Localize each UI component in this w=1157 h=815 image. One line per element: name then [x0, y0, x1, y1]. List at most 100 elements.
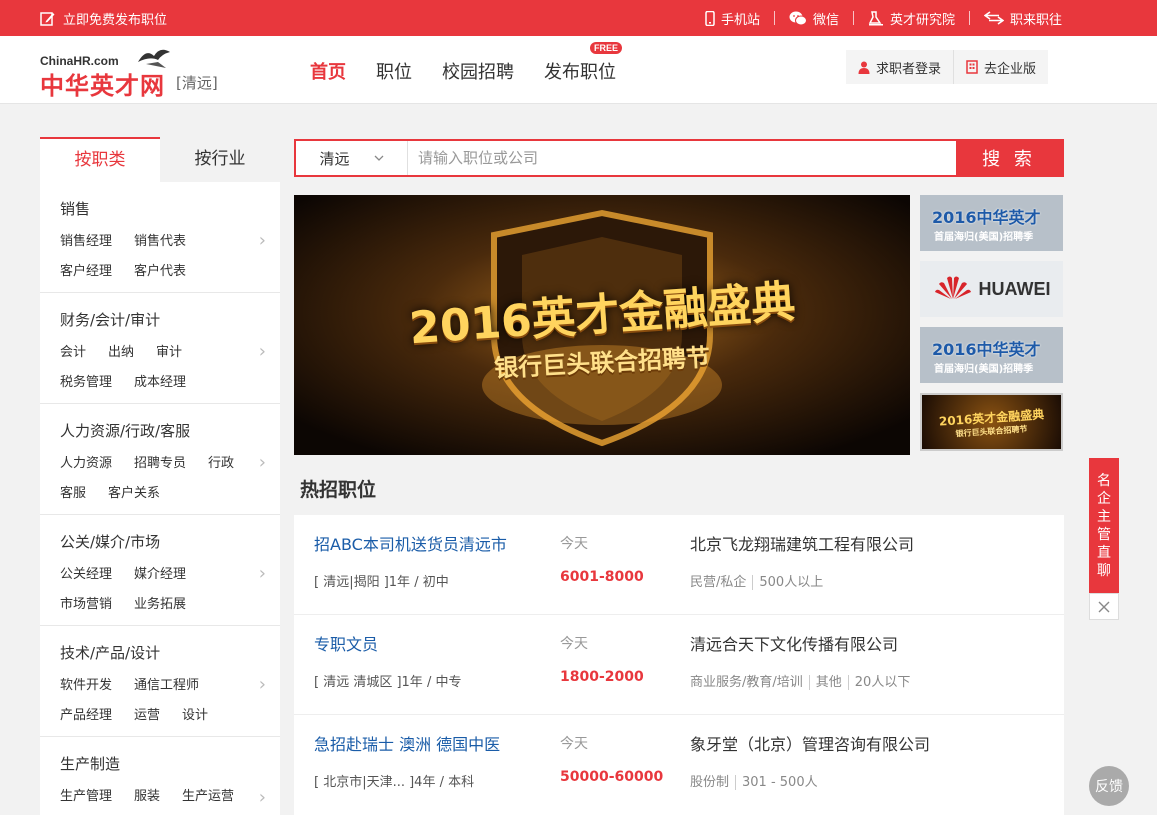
close-chat-button[interactable] — [1089, 593, 1119, 620]
banner-thumb[interactable]: 2016中华英才 首届海归(美国)招聘季 — [920, 195, 1063, 251]
mobile-site-link[interactable]: 手机站 — [691, 10, 775, 28]
category-item[interactable]: 招聘专员 — [134, 452, 186, 482]
category-item[interactable]: 服装 — [134, 785, 160, 815]
nav-post-job-label: 发布职位 — [544, 62, 616, 83]
research-institute-label: 英才研究院 — [889, 12, 955, 28]
company-tags: 股份制 301 - 500人 — [690, 771, 818, 790]
job-title-link[interactable]: 招ABC本司机送货员清远市 — [314, 531, 507, 555]
category-item[interactable]: 客服 — [60, 482, 86, 512]
chevron-right-icon[interactable]: › — [259, 452, 266, 473]
category-item[interactable]: 销售代表 — [134, 230, 186, 260]
category-item[interactable]: 生产管理 — [60, 785, 112, 815]
category-group: 技术/产品/设计 软件开发 通信工程师 产品经理 运营 设计 › — [40, 626, 280, 737]
category-item[interactable]: 会计 — [60, 341, 86, 371]
job-title-link[interactable]: 专职文员 — [314, 631, 378, 655]
enterprise-version-label: 去企业版 — [984, 61, 1037, 77]
chevron-right-icon[interactable]: › — [259, 674, 266, 695]
search-input[interactable] — [408, 141, 956, 175]
city-select[interactable]: 清远 — [296, 141, 408, 175]
executive-chat-widget[interactable]: 名企主管直聊 — [1089, 458, 1119, 593]
banner-thumb-selected[interactable]: 2016英才金融盛典 银行巨头联合招聘节 — [920, 393, 1063, 451]
category-item[interactable]: 人力资源 — [60, 452, 112, 482]
nav-post-job[interactable]: 发布职位 FREE — [544, 42, 622, 84]
edit-icon — [40, 11, 55, 26]
category-item[interactable]: 客户代表 — [134, 260, 186, 290]
company-link[interactable]: 北京飞龙翔瑞建筑工程有限公司 — [690, 531, 914, 555]
category-item[interactable]: 客户关系 — [108, 482, 160, 512]
category-group-title[interactable]: 财务/会计/审计 — [60, 309, 280, 329]
job-row: 招ABC本司机送货员清远市 今天 北京飞龙翔瑞建筑工程有限公司 [ 清远|揭阳 … — [294, 515, 1064, 615]
search-bar: 清远 搜 索 — [294, 139, 1064, 177]
category-item[interactable]: 产品经理 — [60, 704, 112, 734]
company-tag: 301 - 500人 — [735, 775, 818, 790]
user-icon — [858, 61, 870, 74]
job-date: 今天 — [560, 636, 588, 652]
banner-thumbnails: 2016中华英才 首届海归(美国)招聘季 HUAWEI 2016中华英才 首届海… — [920, 195, 1063, 461]
career-show-link[interactable]: 职来职往 — [970, 11, 1062, 28]
nav-home[interactable]: 首页 — [310, 58, 346, 84]
company-link[interactable]: 象牙堂（北京）管理咨询有限公司 — [690, 731, 930, 755]
chevron-right-icon[interactable]: › — [259, 787, 266, 808]
chevron-right-icon[interactable]: › — [259, 563, 266, 584]
current-city-label[interactable]: [清远] — [176, 72, 218, 93]
enterprise-version-button[interactable]: 去企业版 — [953, 50, 1048, 84]
company-tags: 商业服务/教育/培训 其他 20人以下 — [690, 671, 911, 690]
category-item[interactable]: 客户经理 — [60, 260, 112, 290]
category-group: 财务/会计/审计 会计 出纳 审计 税务管理 成本经理 › — [40, 293, 280, 404]
category-group: 生产制造 生产管理 服装 生产运营 › — [40, 737, 280, 815]
category-group-title[interactable]: 人力资源/行政/客服 — [60, 420, 280, 440]
banner-thumb[interactable]: 2016中华英才 首届海归(美国)招聘季 — [920, 327, 1063, 383]
tab-by-job-type[interactable]: 按职类 — [40, 137, 160, 182]
wechat-link[interactable]: 微信 — [775, 11, 854, 28]
company-tag: 500人以上 — [752, 575, 824, 590]
city-select-value: 清远 — [319, 149, 350, 168]
top-bar: 立即免费发布职位 手机站 微信 英才研究院 职来职往 — [0, 0, 1157, 36]
category-group-title[interactable]: 销售 — [60, 198, 280, 218]
category-item[interactable]: 行政 — [208, 452, 234, 482]
tab-by-industry[interactable]: 按行业 — [160, 137, 280, 182]
hot-jobs-list: 招ABC本司机送货员清远市 今天 北京飞龙翔瑞建筑工程有限公司 [ 清远|揭阳 … — [294, 515, 1064, 815]
category-item[interactable]: 设计 — [182, 704, 208, 734]
category-item[interactable]: 出纳 — [108, 341, 134, 371]
jobseeker-login-button[interactable]: 求职者登录 — [846, 50, 953, 84]
job-title-link[interactable]: 急招赴瑞士 澳洲 德国中医 — [314, 731, 500, 755]
nav-jobs[interactable]: 职位 — [376, 58, 412, 84]
job-location-requirements: [ 清远|揭阳 ]1年 / 初中 — [314, 575, 449, 590]
site-header: ChinaHR.com 中华英才网 [清远] 首页 职位 校园招聘 发布职位 F… — [0, 36, 1157, 104]
job-salary: 50000-60000 — [560, 769, 664, 785]
category-group: 人力资源/行政/客服 人力资源 招聘专员 行政 客服 客户关系 › — [40, 404, 280, 515]
category-item[interactable]: 媒介经理 — [134, 563, 186, 593]
job-row: 专职文员 今天 清远合天下文化传播有限公司 [ 清远 清城区 ]1年 / 中专 … — [294, 615, 1064, 715]
category-item[interactable]: 市场营销 — [60, 593, 112, 623]
post-job-free-link[interactable]: 立即免费发布职位 — [40, 0, 167, 36]
category-group-title[interactable]: 公关/媒介/市场 — [60, 531, 280, 551]
company-link[interactable]: 清远合天下文化传播有限公司 — [690, 631, 898, 655]
research-institute-link[interactable]: 英才研究院 — [854, 10, 970, 28]
career-show-label: 职来职往 — [1009, 12, 1062, 28]
job-date: 今天 — [560, 536, 588, 552]
category-item[interactable]: 审计 — [156, 341, 182, 371]
site-logo[interactable]: ChinaHR.com 中华英才网 — [40, 44, 180, 100]
category-group-title[interactable]: 生产制造 — [60, 753, 280, 773]
feedback-button[interactable]: 反馈 — [1089, 766, 1129, 806]
category-item[interactable]: 运营 — [134, 704, 160, 734]
category-item[interactable]: 成本经理 — [134, 371, 186, 401]
chevron-right-icon[interactable]: › — [259, 230, 266, 251]
banner-thumb[interactable]: HUAWEI — [920, 261, 1063, 317]
category-item[interactable]: 销售经理 — [60, 230, 112, 260]
category-item[interactable]: 业务拓展 — [134, 593, 186, 623]
thumb-title: HUAWEI — [978, 278, 1051, 299]
chevron-right-icon[interactable]: › — [259, 341, 266, 362]
category-item[interactable]: 生产运营 — [182, 785, 234, 815]
nav-campus[interactable]: 校园招聘 — [442, 58, 514, 84]
category-panel: 按职类 按行业 销售 销售经理 销售代表 客户经理 客户代表 › 财务/会计/审计 … — [40, 137, 280, 815]
wechat-label: 微信 — [812, 12, 839, 28]
category-item[interactable]: 公关经理 — [60, 563, 112, 593]
job-row: 急招赴瑞士 澳洲 德国中医 今天 象牙堂（北京）管理咨询有限公司 [ 北京市|天… — [294, 715, 1064, 815]
category-item[interactable]: 税务管理 — [60, 371, 112, 401]
category-group-title[interactable]: 技术/产品/设计 — [60, 642, 280, 662]
main-banner[interactable]: 2016英才金融盛典 银行巨头联合招聘节 — [294, 195, 910, 455]
category-item[interactable]: 软件开发 — [60, 674, 112, 704]
category-item[interactable]: 通信工程师 — [134, 674, 199, 704]
search-button[interactable]: 搜 索 — [956, 141, 1062, 175]
